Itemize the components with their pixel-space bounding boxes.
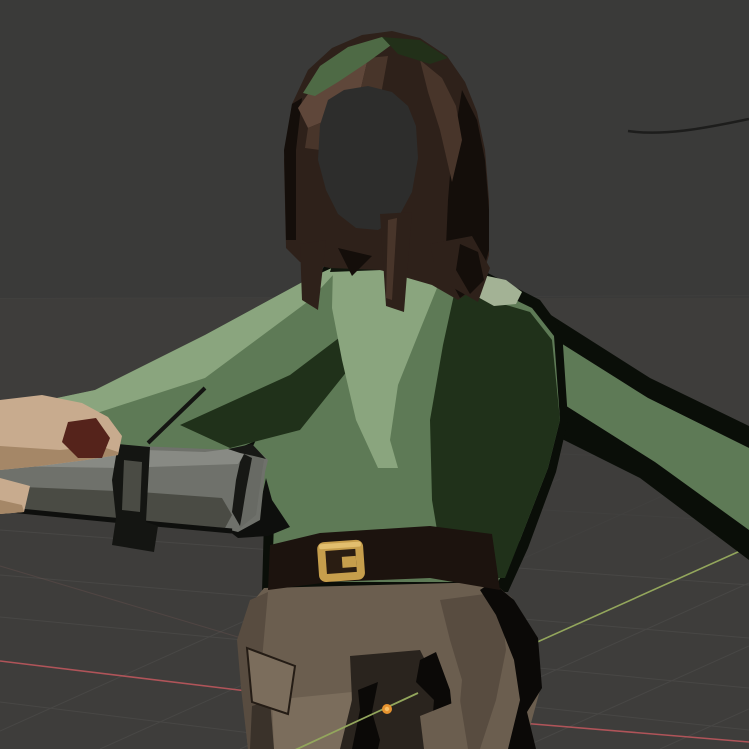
origin-dot-core bbox=[385, 707, 389, 711]
buckle-tongue bbox=[342, 556, 357, 568]
weapon-clamp-inner bbox=[122, 460, 142, 512]
viewport-3d[interactable] bbox=[0, 0, 749, 749]
belt-buckle bbox=[317, 539, 366, 582]
viewport-canvas[interactable] bbox=[0, 0, 749, 749]
